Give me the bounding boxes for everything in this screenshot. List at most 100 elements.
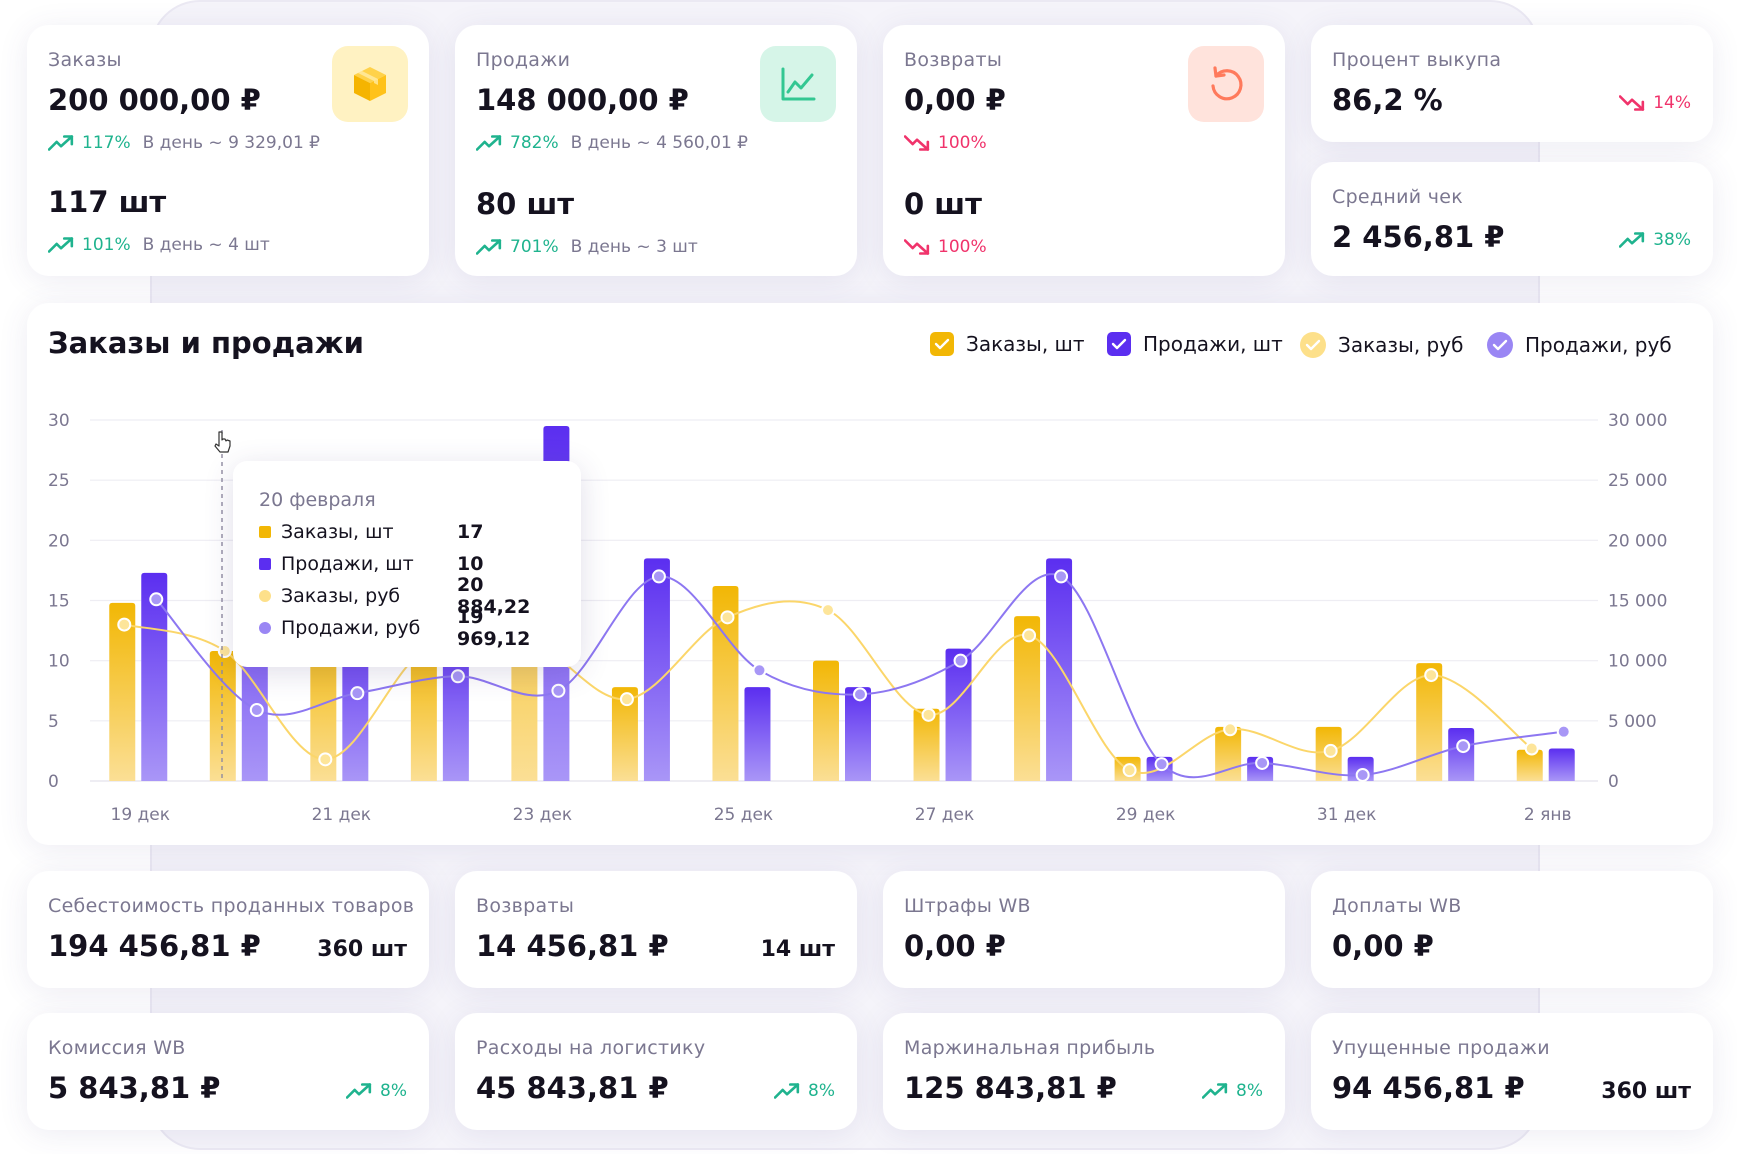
buyout-label: Процент выкупа: [1332, 49, 1502, 71]
avg-check-card[interactable]: Средний чек 2 456,81 ₽ 38%: [1311, 162, 1713, 276]
buyout-trend: 14%: [1619, 93, 1691, 113]
cost-card[interactable]: Себестоимость проданных товаров 194 456,…: [27, 871, 429, 988]
orders-label: Заказы: [48, 49, 122, 71]
returns2-card[interactable]: Возвраты 14 456,81 ₽ 14 шт: [455, 871, 857, 988]
circle-marker-icon: [259, 590, 271, 602]
legend-label: Заказы, руб: [1338, 333, 1464, 357]
trend-up-icon: [1619, 231, 1645, 249]
avg-check-trend: 38%: [1619, 230, 1691, 250]
refresh-icon: [1188, 46, 1264, 122]
buyout-card[interactable]: Процент выкупа 86,2 % 14%: [1311, 25, 1713, 142]
trend-up-icon: [1202, 1082, 1228, 1100]
line-chart-icon: [760, 46, 836, 122]
sales-amount: 148 000,00 ₽: [476, 83, 689, 117]
lost-sales-value: 94 456,81 ₽: [1332, 1071, 1525, 1105]
lost-sales-qty: 360 шт: [1601, 1079, 1691, 1104]
buyout-pct: 14%: [1653, 93, 1691, 113]
lost-sales-label: Упущенные продажи: [1332, 1037, 1550, 1059]
tooltip-row-value: 10: [457, 553, 484, 575]
trend-up-icon: [346, 1082, 372, 1100]
margin-pct: 8%: [1236, 1081, 1263, 1101]
tooltip-row-sales-rub: Продажи, руб 19 969,12: [259, 606, 559, 650]
lost-sales-card[interactable]: Упущенные продажи 94 456,81 ₽ 360 шт: [1311, 1013, 1713, 1130]
sales-label: Продажи: [476, 49, 571, 71]
commission-pct: 8%: [380, 1081, 407, 1101]
avg-check-value: 2 456,81 ₽: [1332, 220, 1505, 254]
orders-qty-trend: 101% В день ~ 4 шт: [48, 235, 270, 255]
square-marker-icon: [259, 526, 271, 538]
tooltip-row-orders-qty: Заказы, шт 17: [259, 521, 559, 543]
returns-qty-trend: 100%: [904, 237, 987, 257]
avg-check-label: Средний чек: [1332, 186, 1464, 208]
checkbox-round-icon: [1487, 332, 1513, 358]
trend-up-icon: [48, 236, 74, 254]
circle-marker-icon: [259, 622, 271, 634]
tooltip-row-label: Заказы, шт: [281, 521, 394, 543]
trend-up-icon: [476, 134, 502, 152]
tooltip-row-value: 17: [457, 521, 484, 543]
trend-up-icon: [774, 1082, 800, 1100]
surcharges-card[interactable]: Доплаты WB 0,00 ₽: [1311, 871, 1713, 988]
commission-trend: 8%: [346, 1081, 407, 1101]
tooltip-row-label: Заказы, руб: [281, 585, 401, 607]
buyout-value: 86,2 %: [1332, 83, 1443, 117]
checkbox-icon: [1107, 332, 1131, 356]
legend-sales-rub[interactable]: Продажи, руб: [1487, 332, 1672, 358]
returns-qty-pct: 100%: [938, 237, 987, 257]
legend-label: Заказы, шт: [966, 332, 1085, 356]
box-icon: [332, 46, 408, 122]
returns-label: Возвраты: [904, 49, 1003, 71]
logistics-value: 45 843,81 ₽: [476, 1071, 669, 1105]
margin-trend: 8%: [1202, 1081, 1263, 1101]
legend-label: Продажи, шт: [1143, 332, 1283, 356]
sales-card[interactable]: Продажи 148 000,00 ₽ 782% В день ~ 4 560…: [455, 25, 857, 276]
fines-label: Штрафы WB: [904, 895, 1031, 917]
legend-sales-qty[interactable]: Продажи, шт: [1107, 332, 1283, 356]
tooltip-row-label: Продажи, руб: [281, 617, 421, 639]
tooltip-date: 20 февраля: [259, 489, 376, 511]
sales-qty: 80 шт: [476, 187, 575, 221]
sales-qty-trend: 701% В день ~ 3 шт: [476, 237, 698, 257]
sales-amount-pct: 782%: [510, 133, 559, 153]
trend-down-icon: [1619, 94, 1645, 112]
orders-amount-per-day: В день ~ 9 329,01 ₽: [142, 133, 320, 153]
trend-down-icon: [904, 134, 930, 152]
logistics-trend: 8%: [774, 1081, 835, 1101]
tooltip-row-value: 19 969,12: [457, 606, 531, 650]
commission-card[interactable]: Комиссия WB 5 843,81 ₽ 8%: [27, 1013, 429, 1130]
orders-qty-pct: 101%: [82, 235, 131, 255]
legend-orders-rub[interactable]: Заказы, руб: [1300, 332, 1463, 358]
margin-card[interactable]: Маржинальная прибыль 125 843,81 ₽ 8%: [883, 1013, 1285, 1130]
returns-qty: 0 шт: [904, 187, 982, 221]
orders-amount: 200 000,00 ₽: [48, 83, 261, 117]
chart-title: Заказы и продажи: [48, 326, 364, 360]
sales-qty-pct: 701%: [510, 237, 559, 257]
logistics-label: Расходы на логистику: [476, 1037, 706, 1059]
commission-value: 5 843,81 ₽: [48, 1071, 221, 1105]
legend-label: Продажи, руб: [1525, 333, 1672, 357]
tooltip-row-label: Продажи, шт: [281, 553, 414, 575]
logistics-pct: 8%: [808, 1081, 835, 1101]
cost-qty: 360 шт: [317, 937, 407, 962]
sales-amount-per-day: В день ~ 4 560,01 ₽: [570, 133, 748, 153]
trend-up-icon: [48, 134, 74, 152]
checkbox-icon: [930, 332, 954, 356]
sales-qty-per-day: В день ~ 3 шт: [570, 237, 698, 257]
cost-label: Себестоимость проданных товаров: [48, 895, 415, 917]
returns-card[interactable]: Возвраты 0,00 ₽ 100% 0 шт 100%: [883, 25, 1285, 276]
legend-orders-qty[interactable]: Заказы, шт: [930, 332, 1085, 356]
orders-qty-per-day: В день ~ 4 шт: [142, 235, 270, 255]
fines-card[interactable]: Штрафы WB 0,00 ₽: [883, 871, 1285, 988]
avg-check-pct: 38%: [1653, 230, 1691, 250]
orders-qty: 117 шт: [48, 185, 167, 219]
orders-card[interactable]: Заказы 200 000,00 ₽ 117% В день ~ 9 329,…: [27, 25, 429, 276]
returns2-label: Возвраты: [476, 895, 575, 917]
tooltip-row-orders-rub: Заказы, руб 20 884,22: [259, 574, 559, 618]
square-marker-icon: [259, 558, 271, 570]
margin-value: 125 843,81 ₽: [904, 1071, 1117, 1105]
returns2-value: 14 456,81 ₽: [476, 929, 669, 963]
chart-tooltip: 20 февраля Заказы, шт 17 Продажи, шт 10 …: [233, 461, 581, 667]
logistics-card[interactable]: Расходы на логистику 45 843,81 ₽ 8%: [455, 1013, 857, 1130]
trend-down-icon: [904, 238, 930, 256]
returns-amount-trend: 100%: [904, 133, 987, 153]
